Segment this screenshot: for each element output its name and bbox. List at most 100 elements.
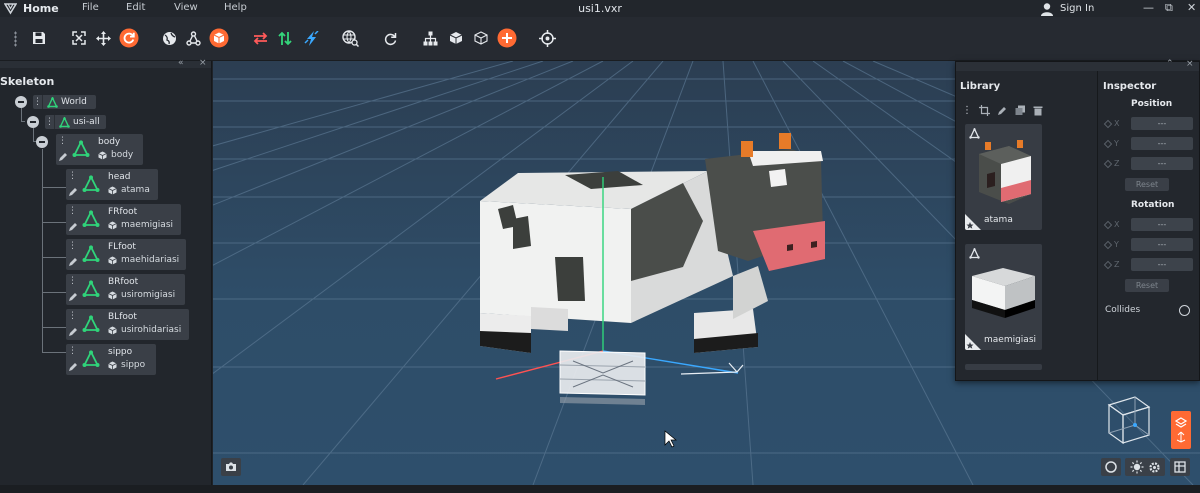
pencil-icon[interactable] xyxy=(67,290,78,303)
tree-line xyxy=(42,292,66,293)
tree-node-brfoot[interactable]: ⋮ BRfoot usiromigiasi xyxy=(66,274,185,305)
menu-help[interactable]: Help xyxy=(224,2,247,13)
swap-icon[interactable] xyxy=(250,28,270,48)
pencil-icon[interactable] xyxy=(67,220,78,233)
library-item-maemigiasi[interactable]: maemigiasi xyxy=(965,244,1042,350)
position-x-field[interactable]: --- xyxy=(1131,117,1193,130)
tree-node-body[interactable]: ⋮ body body xyxy=(56,134,143,165)
edit-icon[interactable] xyxy=(997,105,1008,116)
updown-icon[interactable] xyxy=(275,28,295,48)
pencil-icon[interactable] xyxy=(67,185,78,198)
rotate-icon[interactable] xyxy=(380,28,400,48)
mesh-ref: maehidariasi xyxy=(108,255,179,265)
keyframe-diamond-icon[interactable] xyxy=(1103,220,1113,229)
collapse-world-toggle[interactable] xyxy=(15,96,27,108)
grid-toggle[interactable] xyxy=(1170,458,1190,476)
move-icon[interactable] xyxy=(93,28,113,48)
library-item-partial[interactable] xyxy=(965,364,1042,370)
rotation-reset-button[interactable]: Reset xyxy=(1125,279,1169,292)
user-icon xyxy=(1041,2,1053,16)
tree-line xyxy=(21,108,22,122)
minimize-button[interactable]: — xyxy=(1143,1,1154,14)
menu-file[interactable]: File xyxy=(82,2,99,13)
menu-view[interactable]: View xyxy=(174,2,198,13)
pencil-icon[interactable] xyxy=(67,360,78,373)
shading-toggle[interactable] xyxy=(1101,458,1121,476)
globe-search-icon[interactable] xyxy=(340,28,360,48)
save-icon[interactable] xyxy=(29,28,49,48)
target-icon[interactable] xyxy=(537,28,557,48)
trash-icon[interactable] xyxy=(1033,105,1043,116)
keyframe-diamond-icon[interactable] xyxy=(1103,260,1113,269)
menu-edit[interactable]: Edit xyxy=(126,2,145,13)
refresh-icon[interactable] xyxy=(119,28,139,48)
collapse-panel-icon[interactable]: ⌃ xyxy=(1166,59,1174,69)
wire-cube-icon[interactable] xyxy=(471,28,491,48)
keyframe-diamond-icon[interactable] xyxy=(1103,139,1113,148)
close-button[interactable]: ✕ xyxy=(1187,1,1196,14)
nodes-icon[interactable] xyxy=(183,28,203,48)
copy-icon[interactable] xyxy=(1015,105,1026,116)
position-reset-button[interactable]: Reset xyxy=(1125,178,1169,191)
node-menu-icon[interactable]: ⋮ xyxy=(66,204,79,219)
tree-node-world[interactable]: ⋮ World xyxy=(33,95,96,109)
sign-in-label: Sign In xyxy=(1060,3,1095,14)
node-menu-icon[interactable]: ⋮ xyxy=(66,274,79,289)
tree-node-sippo[interactable]: ⋮ sippo sippo xyxy=(66,344,156,375)
library-item-atama[interactable]: atama xyxy=(965,124,1042,230)
collides-toggle[interactable] xyxy=(1179,305,1190,316)
view-mode-button[interactable] xyxy=(1171,411,1191,449)
pencil-icon[interactable] xyxy=(67,325,78,338)
position-z-field[interactable]: --- xyxy=(1131,157,1193,170)
cube-icon[interactable] xyxy=(209,28,229,48)
restore-button[interactable]: ⧉ xyxy=(1165,1,1173,15)
keyframe-diamond-icon[interactable] xyxy=(1103,159,1113,168)
keyframe-diamond-icon[interactable] xyxy=(1103,119,1113,128)
pencil-icon[interactable] xyxy=(57,150,68,163)
rotation-z-field[interactable]: --- xyxy=(1131,258,1193,271)
bone-name: BRfoot xyxy=(108,277,139,287)
solid-cube-icon[interactable] xyxy=(446,28,466,48)
lighting-toggle[interactable] xyxy=(1125,458,1165,476)
node-menu-icon[interactable]: ⋮ xyxy=(66,309,79,324)
tree-node-blfoot[interactable]: ⋮ BLfoot usirohidariasi xyxy=(66,309,189,340)
fit-view-icon[interactable] xyxy=(69,28,89,48)
close-panel-icon[interactable]: × xyxy=(1186,59,1194,69)
library-toolbar: ⋮ xyxy=(962,105,1043,116)
home-menu[interactable]: Home xyxy=(23,2,59,15)
toolbar-grip[interactable] xyxy=(14,31,17,47)
bone-name: BLfoot xyxy=(108,312,137,322)
collapse-group-toggle[interactable] xyxy=(27,116,39,128)
library-menu-icon[interactable]: ⋮ xyxy=(962,105,972,116)
favorite-star-icon[interactable] xyxy=(965,334,981,350)
node-menu-icon[interactable]: ⋮ xyxy=(56,134,69,149)
rotation-y-field[interactable]: --- xyxy=(1131,238,1193,251)
node-menu-icon[interactable]: ⋮ xyxy=(33,95,43,109)
tree-node-head[interactable]: ⋮ head atama xyxy=(66,169,158,200)
screenshot-button[interactable] xyxy=(221,458,241,476)
tree-line xyxy=(42,257,66,258)
add-icon[interactable] xyxy=(497,28,517,48)
tree-node-label: World xyxy=(61,97,87,107)
position-y-field[interactable]: --- xyxy=(1131,137,1193,150)
collapse-panel-icon[interactable]: « xyxy=(178,58,184,68)
hierarchy-icon[interactable] xyxy=(420,28,440,48)
tree-node-frfoot[interactable]: ⋮ FRfoot maemigiasi xyxy=(66,204,181,235)
keyframe-diamond-icon[interactable] xyxy=(1103,240,1113,249)
collapse-body-toggle[interactable] xyxy=(36,136,48,148)
bolt-icon[interactable] xyxy=(301,28,321,48)
node-menu-icon[interactable]: ⋮ xyxy=(66,169,79,184)
node-menu-icon[interactable]: ⋮ xyxy=(45,115,55,129)
globe-icon[interactable] xyxy=(159,28,179,48)
pencil-icon[interactable] xyxy=(67,255,78,268)
rotation-x-field[interactable]: --- xyxy=(1131,218,1193,231)
favorite-star-icon[interactable] xyxy=(965,214,981,230)
node-menu-icon[interactable]: ⋮ xyxy=(66,239,79,254)
crop-icon[interactable] xyxy=(979,105,990,116)
close-panel-icon[interactable]: × xyxy=(199,58,207,68)
tree-node-flfoot[interactable]: ⋮ FLfoot maehidariasi xyxy=(66,239,186,270)
sign-in-button[interactable]: Sign In xyxy=(1040,0,1094,17)
mesh-ref: maemigiasi xyxy=(108,220,173,230)
node-menu-icon[interactable]: ⋮ xyxy=(66,344,79,359)
tree-node-usi-all[interactable]: ⋮ usi-all xyxy=(45,115,106,129)
